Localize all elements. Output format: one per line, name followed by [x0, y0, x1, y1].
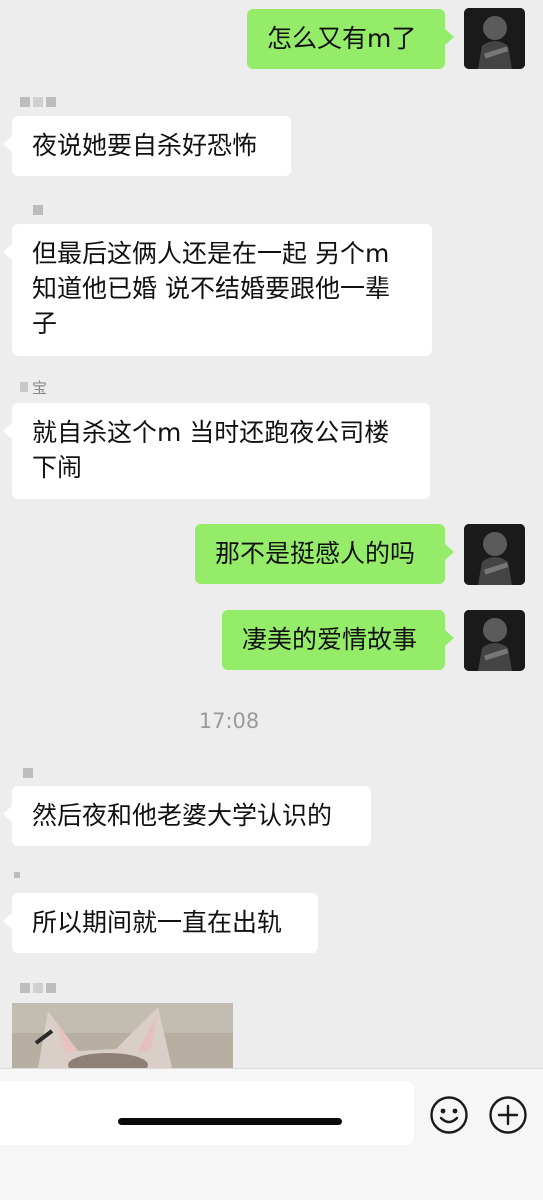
smiley-face-icon[interactable]: [429, 1095, 469, 1135]
avatar-photo-icon: [464, 524, 525, 585]
self-avatar[interactable]: [464, 610, 525, 671]
home-indicator-bar: [118, 1118, 342, 1125]
incoming-message-bubble[interactable]: 所以期间就一直在出轨: [3, 893, 318, 953]
incoming-message-bubble[interactable]: 夜说她要自杀好恐怖: [3, 116, 291, 176]
message-timestamp: 17:08: [198, 709, 260, 733]
sender-name-blurred: [20, 983, 56, 997]
outgoing-message-bubble[interactable]: 怎么又有m了: [247, 9, 454, 69]
message-text-input[interactable]: [0, 1081, 414, 1145]
outgoing-message-bubble[interactable]: 凄美的爱情故事: [222, 610, 454, 670]
plus-circle-icon[interactable]: [488, 1095, 528, 1135]
cat-photo-thumbnail: [12, 1003, 233, 1068]
sender-name-text: 宝: [32, 379, 48, 397]
outgoing-message-bubble[interactable]: 那不是挺感人的吗: [195, 524, 454, 584]
sender-name-partial: 宝: [20, 379, 60, 397]
sender-name-blurred: [14, 872, 26, 886]
sender-name-blurred: [20, 97, 56, 111]
chat-message-list[interactable]: 怎么又有m了 夜说她要自杀好恐怖 但最后这俩人还是在一起 另个m知道他已婚 说不…: [0, 0, 543, 1068]
message-input-bar: [0, 1068, 543, 1200]
incoming-message-bubble[interactable]: 就自杀这个m 当时还跑夜公司楼下闹: [3, 403, 430, 499]
self-avatar[interactable]: [464, 524, 525, 585]
incoming-image-message[interactable]: [12, 1003, 233, 1068]
sender-name-blurred: [33, 205, 45, 219]
avatar-photo-icon: [464, 610, 525, 671]
incoming-message-bubble[interactable]: 然后夜和他老婆大学认识的: [3, 786, 371, 846]
sender-name-blurred: [23, 768, 35, 782]
incoming-message-bubble[interactable]: 但最后这俩人还是在一起 另个m知道他已婚 说不结婚要跟他一辈子: [3, 224, 432, 356]
self-avatar[interactable]: [464, 8, 525, 69]
avatar-photo-icon: [464, 8, 525, 69]
